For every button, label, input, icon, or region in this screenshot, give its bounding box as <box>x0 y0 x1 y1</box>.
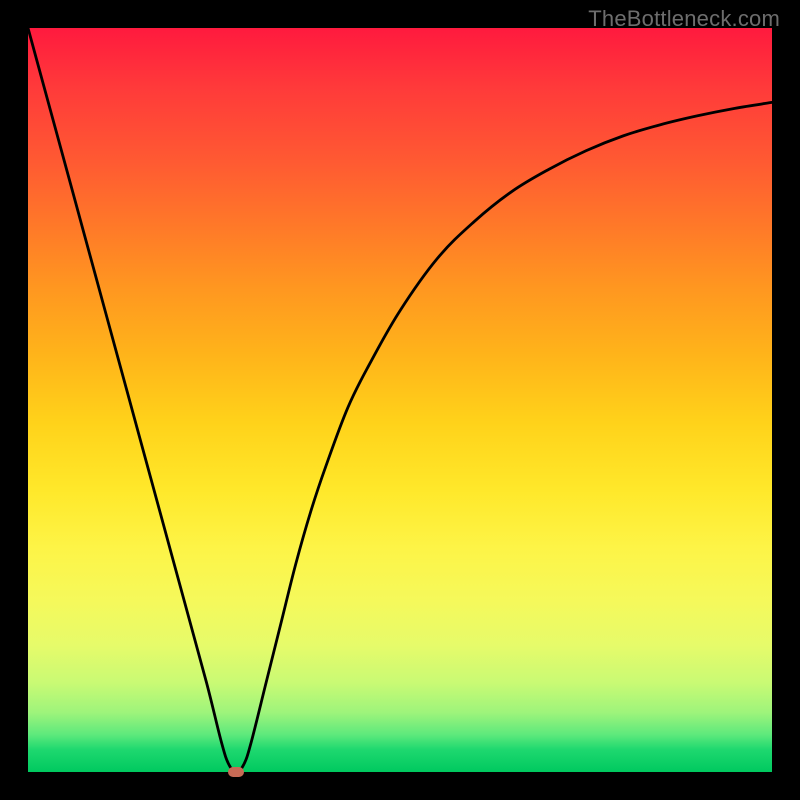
bottleneck-curve <box>28 28 772 772</box>
minimum-marker <box>228 767 244 777</box>
chart-frame: TheBottleneck.com <box>0 0 800 800</box>
watermark-text: TheBottleneck.com <box>588 6 780 32</box>
plot-area <box>28 28 772 772</box>
